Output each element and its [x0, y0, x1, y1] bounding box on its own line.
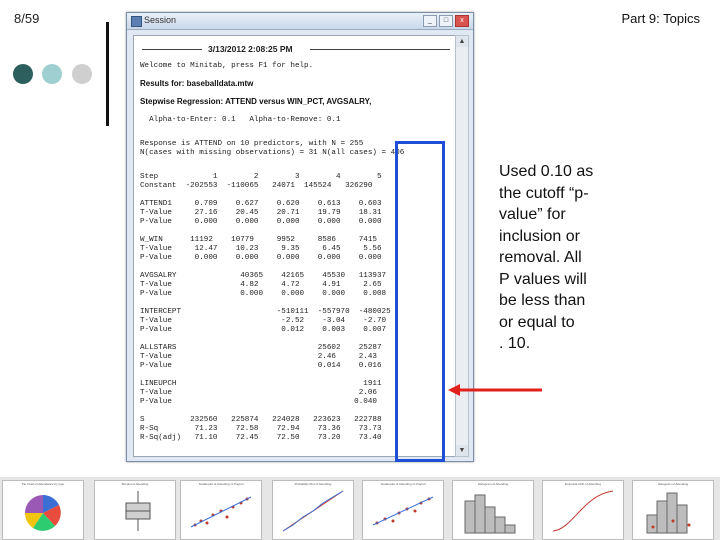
maximize-button[interactable]: □ — [439, 15, 453, 27]
table-row: T-Value 2.46 2.43 — [140, 353, 377, 361]
table-row: S 232560 225874 224028 223623 222788 — [140, 416, 382, 424]
table-row: P-Value 0.000 0.000 0.000 0.000 0.000 — [140, 218, 382, 226]
table-row: R-Sq 71.23 72.58 72.94 73.36 73.73 — [140, 425, 382, 433]
decorative-dot — [72, 64, 92, 84]
table-row: T-Value 27.16 20.45 20.71 19.79 18.31 — [140, 209, 382, 217]
thumbnail-scatterplot[interactable]: Scatterplot of Attending vs Payroll — [180, 480, 262, 540]
thumbnail-histogram[interactable]: Histogram of Attending — [632, 480, 714, 540]
table-row: P-Value 0.000 0.000 0.000 0.000 0.000 — [140, 254, 382, 262]
callout-line: P values will — [499, 270, 587, 288]
session-titlebar[interactable]: Session _ □ x — [127, 13, 473, 30]
table-row: R-Sq(adj) 71.10 72.45 72.50 73.20 73.40 — [140, 434, 382, 442]
separator-rule — [142, 49, 202, 50]
separator-rule — [310, 49, 450, 50]
table-row: AVGSALRY 40365 42165 45530 113937 — [140, 272, 387, 280]
callout-text: Used 0.10 as the cutoff “p- value” for i… — [499, 161, 617, 355]
thumbnail-cdf[interactable]: Empirical CDF of Attending — [542, 480, 624, 540]
table-row: INTERCEPT -510111 -557970 -480025 — [140, 308, 391, 316]
table-row: ALLSTARS 25602 25287 — [140, 344, 382, 352]
p-value-highlight-box — [395, 141, 445, 462]
table-row: W_WIN 11192 10779 9952 8586 7415 — [140, 236, 377, 244]
table-row: Constant -202553 -110065 24071 145524 32… — [140, 182, 373, 190]
decorative-dot — [13, 64, 33, 84]
table-row: P-Value 0.040 — [140, 398, 377, 406]
scroll-down-icon[interactable]: ▼ — [456, 445, 468, 456]
table-row: P-Value 0.000 0.000 0.000 0.008 — [140, 290, 387, 298]
session-line: Welcome to Minitab, press F1 for help. — [140, 62, 314, 70]
session-line: N(cases with missing observations) = 31 … — [140, 149, 405, 157]
table-row: P-Value 0.014 0.016 — [140, 362, 382, 370]
close-button[interactable]: x — [455, 15, 469, 27]
session-window-icon — [131, 16, 142, 27]
part-title: Part 9: Topics — [621, 11, 700, 26]
table-row: T-Value -2.52 -3.04 -2.70 — [140, 317, 387, 325]
callout-line: the cutoff “p- — [499, 184, 589, 202]
table-row: T-Value 4.82 4.72 4.91 2.65 — [140, 281, 382, 289]
minimize-button[interactable]: _ — [423, 15, 437, 27]
table-row: T-Value 2.06 — [140, 389, 377, 397]
table-row: P-Value 0.012 0.003 0.007 — [140, 326, 387, 334]
regression-header: Stepwise Regression: ATTEND versus WIN_P… — [140, 97, 372, 106]
thumbnail-boxplot[interactable]: Boxplot of Attending — [94, 480, 176, 540]
callout-line: inclusion or — [499, 227, 580, 245]
thumbnail-strip: Pie Chart of Attendance by type Boxplot … — [0, 477, 720, 540]
table-row: T-Value 12.47 10.23 9.35 6.45 5.56 — [140, 245, 382, 253]
thumbnail-probability-plot[interactable]: Probability Plot of Attending — [272, 480, 354, 540]
callout-line: Used 0.10 as — [499, 163, 594, 180]
session-line: Alpha-to-Enter: 0.1 Alpha-to-Remove: 0.1 — [140, 116, 341, 124]
table-row: ATTEND1 0.709 0.627 0.620 0.613 0.603 — [140, 200, 382, 208]
decorative-bar — [106, 22, 109, 126]
thumbnail-pie-chart[interactable]: Pie Chart of Attendance by type — [2, 480, 84, 540]
thumbnail-scatterplot[interactable]: Scatterplot of Attending vs Payroll — [362, 480, 444, 540]
page-number: 8/59 — [14, 11, 40, 26]
callout-line: be less than — [499, 292, 586, 309]
session-datestamp: 3/13/2012 2:08:25 PM — [208, 44, 293, 54]
decorative-dot — [42, 64, 62, 84]
red-arrow-icon — [448, 384, 542, 396]
session-line: Response is ATTEND on 10 predictors, wit… — [140, 140, 364, 148]
thumbnail-histogram[interactable]: Histogram of Attending — [452, 480, 534, 540]
callout-line: value” for — [499, 206, 566, 223]
scroll-up-icon[interactable]: ▲ — [456, 36, 468, 47]
table-row: Step 1 2 3 4 5 — [140, 173, 382, 181]
callout-line: . 10. — [499, 335, 531, 352]
results-header: Results for: baseballdata.mtw — [140, 79, 254, 88]
table-row: LINEUPCH 1911 — [140, 380, 382, 388]
callout-line: removal. All — [499, 249, 582, 266]
session-window-title: Session — [144, 15, 177, 25]
callout-line: or equal to — [499, 313, 575, 331]
